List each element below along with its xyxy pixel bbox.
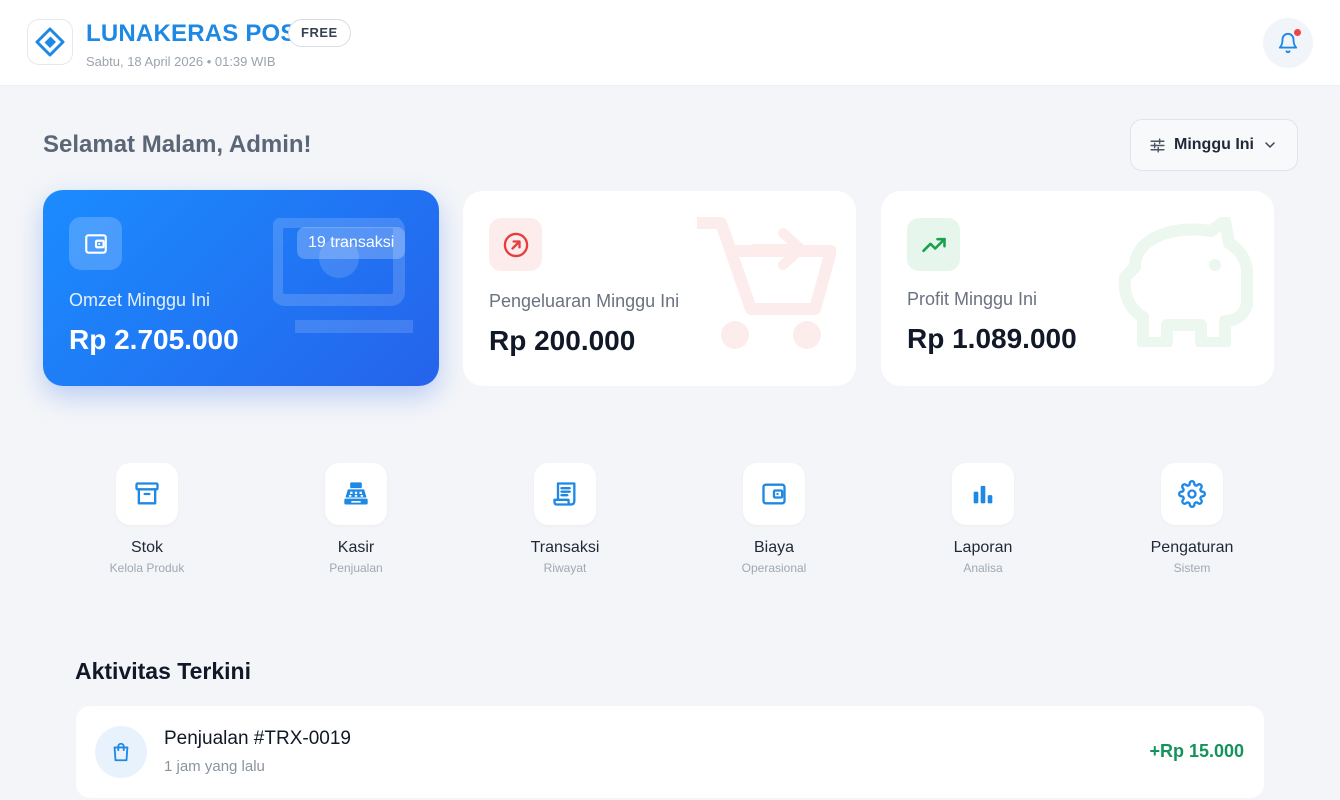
app-header: LUNAKERAS POS FREE Sabtu, 18 April 2026 …	[0, 0, 1340, 86]
menu-transaksi-label: Transaksi	[530, 539, 600, 556]
trending-up-icon	[921, 237, 946, 252]
plan-badge: FREE	[288, 19, 351, 47]
chevron-down-icon	[1265, 142, 1275, 148]
transaction-count-badge: 19 transaksi	[297, 227, 406, 259]
pengeluaran-icon-box	[489, 218, 542, 271]
app-title: LUNAKERAS POS	[86, 20, 297, 47]
omzet-label: Omzet Minggu Ini	[69, 290, 211, 310]
profit-value: Rp 1.089.000	[907, 323, 1077, 354]
menu-stok-label: Stok	[130, 539, 163, 556]
sliders-icon	[1150, 137, 1165, 153]
wallet-icon	[84, 233, 107, 254]
gear-icon	[1178, 480, 1206, 508]
omzet-value: Rp 2.705.000	[69, 324, 239, 355]
pengeluaran-card[interactable]: Pengeluaran Minggu Ini Rp 200.000	[463, 191, 856, 386]
menu-pengaturan-label: Pengaturan	[1150, 539, 1234, 556]
profit-card[interactable]: Profit Minggu Ini Rp 1.089.000	[881, 191, 1274, 386]
menu-stok[interactable]: Stok Kelola Produk	[67, 463, 227, 575]
omzet-card[interactable]: 19 transaksi Omzet Minggu Ini Rp 2.705.0…	[43, 190, 439, 386]
activity-icon-box	[95, 726, 147, 778]
piggy-bank-watermark-icon	[1118, 217, 1253, 347]
activity-item[interactable]: Penjualan #TRX-0019 1 jam yang lalu +Rp …	[76, 706, 1264, 798]
menu-kasir[interactable]: Kasir Penjualan	[276, 463, 436, 575]
menu-transaksi-sub: Riwayat	[543, 561, 587, 575]
activity-amount: +Rp 15.000	[1149, 741, 1244, 761]
activity-time: 1 jam yang lalu	[164, 758, 265, 775]
notification-dot	[1294, 29, 1301, 36]
receipt-icon	[553, 482, 576, 506]
cart-watermark-icon	[697, 217, 836, 349]
menu-pengaturan-sub: Sistem	[1173, 561, 1211, 575]
menu-kasir-sub: Penjualan	[329, 561, 383, 575]
logo-icon	[35, 27, 65, 57]
pengeluaran-value: Rp 200.000	[489, 325, 636, 356]
menu-laporan-icon-box	[952, 463, 1014, 525]
wallet-icon	[762, 483, 786, 505]
menu-stok-sub: Kelola Produk	[109, 561, 185, 575]
omzet-icon-box	[69, 217, 122, 270]
profit-icon-box	[907, 218, 960, 271]
menu-kasir-icon-box	[325, 463, 387, 525]
archive-box-icon	[135, 482, 159, 505]
notifications-button[interactable]	[1263, 18, 1313, 68]
app-logo[interactable]	[27, 19, 73, 65]
greeting-text: Selamat Malam, Admin!	[43, 131, 312, 158]
arrow-up-right-circle-icon	[503, 232, 528, 257]
bar-chart-icon	[973, 485, 993, 504]
menu-transaksi[interactable]: Transaksi Riwayat	[485, 463, 645, 575]
period-filter-button[interactable]: Minggu Ini	[1130, 119, 1298, 171]
period-filter-label: Minggu Ini	[1174, 136, 1254, 153]
menu-laporan-sub: Analisa	[963, 561, 1003, 575]
menu-stok-icon-box	[116, 463, 178, 525]
activity-section-title: Aktivitas Terkini	[75, 658, 251, 684]
menu-pengaturan[interactable]: Pengaturan Sistem	[1112, 463, 1272, 575]
menu-pengaturan-icon-box	[1161, 463, 1223, 525]
menu-laporan[interactable]: Laporan Analisa	[903, 463, 1063, 575]
menu-biaya[interactable]: Biaya Operasional	[694, 463, 854, 575]
menu-kasir-label: Kasir	[337, 539, 375, 556]
menu-biaya-icon-box	[743, 463, 805, 525]
menu-laporan-label: Laporan	[953, 539, 1013, 556]
pengeluaran-label: Pengeluaran Minggu Ini	[489, 291, 680, 311]
menu-biaya-sub: Operasional	[741, 561, 807, 575]
activity-title: Penjualan #TRX-0019	[164, 728, 351, 749]
menu-biaya-label: Biaya	[753, 539, 795, 556]
current-datetime: Sabtu, 18 April 2026 • 01:39 WIB	[86, 54, 276, 69]
cash-register-icon	[344, 482, 368, 505]
shopping-bag-icon	[113, 742, 129, 762]
profit-label: Profit Minggu Ini	[907, 289, 1038, 309]
menu-transaksi-icon-box	[534, 463, 596, 525]
